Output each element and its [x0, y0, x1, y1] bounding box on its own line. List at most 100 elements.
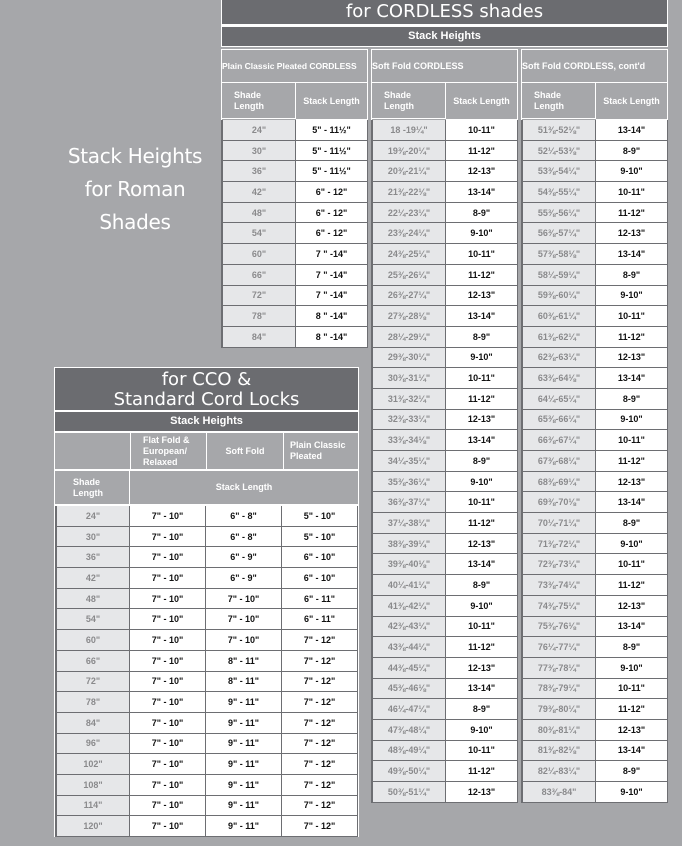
- shade-length-cell: 35⅜-36¼": [371, 471, 446, 492]
- shade-length-cell: 74⅜-75¼": [521, 595, 596, 616]
- col-shade-length: Shade Length: [522, 83, 596, 119]
- shade-length-cell: 36": [221, 161, 296, 182]
- table-row: 67⅜-68¼" 11-12": [521, 451, 668, 472]
- shade-length-cell: 77⅜-78¼": [521, 657, 596, 678]
- stack-length-cell: 9-10": [596, 285, 668, 306]
- stack-length-cell: 11-12": [446, 140, 518, 161]
- shade-length-cell: 61⅜-62¼": [521, 326, 596, 347]
- stack-length-cell: 12-13": [446, 782, 518, 802]
- stack-length-cell: 6" - 8": [206, 526, 282, 547]
- table-row: 63⅜-64⅛" 13-14": [521, 368, 668, 389]
- table-row: 19⅜-20¼" 11-12": [371, 140, 518, 162]
- shade-length-cell: 22¼-23¼": [371, 202, 446, 223]
- stack-length-cell: 11-12": [596, 202, 668, 223]
- stack-length-cell: 9" - 11": [206, 692, 282, 712]
- shade-length-cell: 55⅜-56¼": [521, 202, 596, 223]
- table-row: 120" 7" - 10" 9" - 11" 7" - 12": [55, 816, 358, 837]
- stack-length-cell: 7 " -14": [296, 244, 368, 264]
- table-row: 20⅜-21¼" 12-13": [371, 161, 518, 183]
- stack-length-cell: 8" - 11": [206, 671, 282, 692]
- stack-length-cell: 7" - 10": [206, 630, 282, 650]
- stack-length-cell: 11-12": [446, 761, 518, 781]
- stack-length-cell: 9" - 11": [206, 816, 282, 836]
- stack-length-cell: 10-11": [596, 306, 668, 326]
- stack-length-cell: 6" - 11": [282, 609, 358, 630]
- table-row: 41⅜-42¼" 9-10": [371, 595, 518, 617]
- table-row: 76¼-77¼" 8-9": [521, 637, 668, 658]
- stack-length-cell: 13-14": [446, 306, 518, 326]
- shade-length-cell: 33⅜-34⅛": [371, 430, 446, 450]
- stack-length-cell: 13-14": [446, 430, 518, 450]
- table-row: 50⅜-51¼" 12-13": [371, 782, 518, 803]
- table-row: 73⅜-74¼" 11-12": [521, 575, 668, 596]
- soft-fold-group: Soft Fold CORDLESS Shade Length Stack Le…: [371, 49, 518, 803]
- stack-length-cell: 10-11": [446, 368, 518, 388]
- table-row: 66" 7" - 10" 8" - 11" 7" - 12": [55, 650, 358, 672]
- col-shade-length: Shade Length: [55, 471, 130, 504]
- stack-length-cell: 7" - 10": [130, 692, 206, 712]
- shade-length-cell: 84": [55, 712, 130, 733]
- stack-length-cell: 6" - 11": [282, 588, 358, 609]
- col-stack-length: Stack Length: [130, 471, 358, 504]
- table-row: 78" 7" - 10" 9" - 11" 7" - 12": [55, 692, 358, 713]
- stack-length-cell: 9-10": [596, 533, 668, 554]
- table-row: 54" 7" - 10" 7" - 10" 6" - 11": [55, 609, 358, 631]
- shade-length-cell: 54⅜-55¼": [521, 182, 596, 202]
- cco-section: for CCO & Standard Cord Locks Stack Heig…: [54, 367, 359, 837]
- stack-length-cell: 9" - 11": [206, 795, 282, 816]
- shade-length-cell: 108": [55, 774, 130, 795]
- stack-length-cell: 8 " -14": [296, 306, 368, 326]
- table-row: 42" 7" - 10" 6" - 9" 6" - 10": [55, 568, 358, 589]
- stack-length-cell: 7" - 12": [282, 671, 358, 692]
- stack-length-cell: 10-11": [446, 120, 518, 140]
- stack-length-cell: 7" - 10": [130, 650, 206, 671]
- shade-length-cell: 56⅜-57¼": [521, 223, 596, 244]
- table-row: 44⅜-45¼" 12-13": [371, 657, 518, 679]
- stack-length-cell: 11-12": [596, 575, 668, 595]
- stack-length-cell: 9" - 11": [206, 774, 282, 795]
- shade-length-cell: 18 -19¼": [371, 120, 446, 140]
- stack-length-cell: 8-9": [596, 761, 668, 781]
- table-row: 24" 5" - 11½": [221, 120, 368, 141]
- col-flat-fold: Flat Fold & European/ Relaxed: [131, 433, 207, 469]
- group-header: Soft Fold CORDLESS, cont'd: [521, 49, 668, 83]
- table-row: 66⅜-67¼" 10-11": [521, 430, 668, 451]
- shade-length-cell: 51⅜-52⅛": [521, 120, 596, 140]
- stack-length-cell: 9-10": [596, 782, 668, 802]
- shade-length-cell: 48": [55, 588, 130, 609]
- table-row: 31⅜-32¼" 11-12": [371, 388, 518, 410]
- shade-length-cell: 69⅜-70⅛": [521, 492, 596, 513]
- col-stack-length: Stack Length: [446, 83, 518, 120]
- stack-length-cell: 7" - 12": [282, 774, 358, 795]
- table-row: 37¼-38¼" 11-12": [371, 513, 518, 534]
- stack-length-cell: 9-10": [446, 347, 518, 368]
- stack-length-cell: 6" - 12": [296, 182, 368, 202]
- shade-length-cell: 57⅜-58⅛": [521, 244, 596, 264]
- cco-product-headers: Flat Fold & European/ Relaxed Soft Fold …: [55, 433, 358, 471]
- shade-length-cell: 114": [55, 795, 130, 816]
- table-row: 24" 7" - 10" 6" - 8" 5" - 10": [55, 506, 358, 527]
- shade-length-cell: 41⅜-42¼": [371, 595, 446, 616]
- stack-length-cell: 7 " -14": [296, 264, 368, 285]
- shade-length-cell: 83⅜-84": [521, 782, 596, 802]
- table-row: 58¼-59¼" 8-9": [521, 264, 668, 286]
- table-row: 42⅜-43¼" 10-11": [371, 616, 518, 638]
- table-row: 82¼-83¼" 8-9": [521, 761, 668, 782]
- table-row: 83⅜-84" 9-10": [521, 782, 668, 803]
- stack-length-cell: 12-13": [446, 285, 518, 306]
- shade-length-cell: 78": [221, 306, 296, 326]
- table-row: 30⅜-31¼" 10-11": [371, 368, 518, 389]
- stack-length-cell: 8-9": [596, 264, 668, 285]
- shade-length-cell: 28¼-29¼": [371, 326, 446, 347]
- table-row: 34¼-35¼" 8-9": [371, 451, 518, 472]
- table-row: 52¼-53⅜" 8-9": [521, 140, 668, 162]
- shade-length-cell: 20⅜-21¼": [371, 161, 446, 182]
- shade-length-cell: 60": [221, 244, 296, 264]
- table-row: 84" 8 " -14": [221, 326, 368, 348]
- stack-length-cell: 6" - 12": [296, 223, 368, 244]
- shade-length-cell: 30": [55, 526, 130, 547]
- stack-length-cell: 13-14": [446, 554, 518, 575]
- table-row: 62⅜-63¼" 12-13": [521, 347, 668, 369]
- shade-length-cell: 82¼-83¼": [521, 761, 596, 781]
- table-row: 25⅜-26¼" 11-12": [371, 264, 518, 286]
